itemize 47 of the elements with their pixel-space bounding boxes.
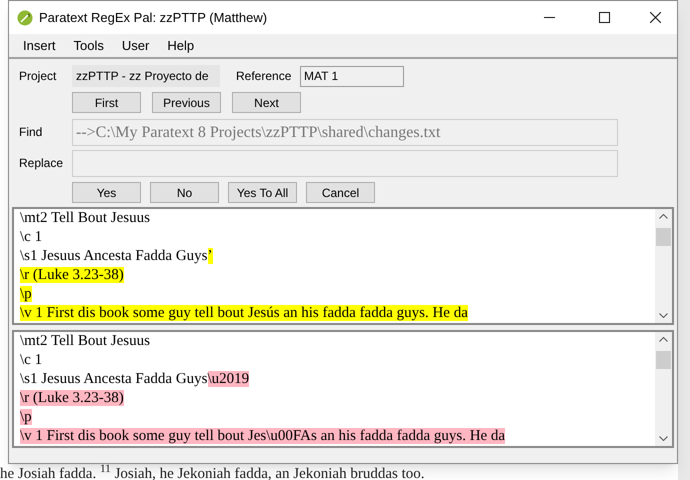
scroll-down-icon[interactable] (659, 313, 668, 318)
push-button[interactable]: Next (232, 92, 301, 113)
push-button[interactable]: Yes (72, 182, 141, 203)
document-text: he Josiah fadda. $^{11}$ Josiah, he Jekoniah fadda, an Jekoniah bruddas too. (0, 464, 424, 480)
maximize-icon[interactable] (599, 12, 610, 23)
code-text: \s1 Jesuus Ancesta Fadda Guys (20, 248, 208, 264)
highlighted-text: \u2019 (208, 371, 250, 387)
replace-field[interactable] (72, 150, 618, 176)
push-button[interactable]: Cancel (306, 182, 375, 203)
code-text: \mt2 Tell Bout Jesuus (20, 333, 150, 349)
highlighted-text: \r (Luke 3.23-38) (20, 267, 124, 283)
close-icon[interactable] (650, 12, 661, 23)
code-text: \c 1 (20, 352, 42, 368)
code-text: \s1 Jesuus Ancesta Fadda Guys (20, 371, 208, 387)
replace-label: Replace (19, 155, 64, 172)
highlighted-text: \p (20, 286, 32, 302)
scroll-thumb[interactable] (656, 228, 671, 246)
highlighted-text: ’ (208, 248, 212, 264)
scroll-thumb[interactable] (656, 351, 671, 369)
scrollbar[interactable] (655, 209, 672, 323)
text-editor[interactable]: \mt2 Tell Bout Jesuus \c 1 \s1 Jesuus Ancesta Fadda Guys\u2019 \r (Luke 3.23-38) \p \v 1 First dis book some guy tell bout Jes\u00FAs an his fadda fadda guys. He da (12, 330, 674, 448)
highlighted-text: \r (Luke 3.23-38) (20, 390, 124, 406)
highlighted-text: \v 1 First dis book some guy tell bout Jes\u00FAs an his fadda fadda guys. He da (20, 428, 506, 444)
scroll-down-icon[interactable] (659, 436, 668, 441)
scroll-up-icon[interactable] (659, 337, 668, 342)
window-title: Paratext RegEx Pal: zzPTTP (Matthew) (39, 8, 268, 27)
leaf-logo-icon (17, 10, 33, 26)
scrollbar[interactable] (655, 332, 672, 446)
menu-item[interactable]: Help (159, 34, 202, 58)
project-dropdown[interactable]: zzPTTP - zz Proyecto de (72, 65, 220, 87)
highlighted-text: \v 1 First dis book some guy tell bout Jesús an his fadda fadda guys. He da (20, 305, 468, 321)
scroll-up-icon[interactable] (659, 214, 668, 219)
text-editor[interactable]: \mt2 Tell Bout Jesuus \c 1 \s1 Jesuus Ancesta Fadda Guys’ \r (Luke 3.23-38) \p \v 1 First dis book some guy tell bout Jesús an his fadda fadda guys. He da (12, 207, 674, 325)
menu-item[interactable]: Insert (15, 34, 64, 58)
push-button[interactable]: No (150, 182, 219, 203)
push-button[interactable]: Yes To All (228, 182, 297, 203)
highlighted-text: \p (20, 409, 32, 425)
reference-field[interactable]: MAT 1 (300, 66, 404, 86)
menu-item[interactable]: User (114, 34, 158, 58)
code-text: \mt2 Tell Bout Jesuus (20, 210, 150, 226)
reference-label: Reference (236, 68, 292, 85)
find-label: Find (19, 124, 44, 141)
menu-item[interactable]: Tools (66, 34, 112, 58)
push-button[interactable]: First (72, 92, 141, 113)
project-label: Project (19, 68, 58, 85)
code-text: \c 1 (20, 229, 42, 245)
push-button[interactable]: Previous (152, 92, 221, 113)
